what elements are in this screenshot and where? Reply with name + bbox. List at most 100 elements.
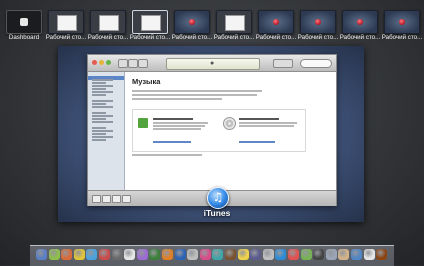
artwork-button[interactable] [122,195,131,203]
sidebar-item[interactable] [92,88,106,90]
space-dashboard[interactable]: Dashboard [4,10,42,46]
space-thumbnail[interactable] [342,10,378,34]
sidebar-item[interactable] [92,121,113,123]
sidebar-item[interactable] [92,127,106,129]
dock-app-icon[interactable] [36,249,47,260]
dock-app-icon[interactable] [99,249,110,260]
space-desktop[interactable]: Рабочий сто... [214,10,254,46]
apple-logo-icon: ● [210,60,215,67]
itunes-titlebar: ● [88,55,336,72]
sidebar-item[interactable] [92,139,106,141]
space-thumbnail[interactable] [48,10,84,34]
sidebar-item[interactable] [92,103,106,105]
space-thumbnail[interactable] [216,10,252,34]
dock-app-icon[interactable] [212,249,224,260]
space-desktop[interactable]: Рабочий сто... [130,10,170,46]
space-thumbnail[interactable] [6,10,42,34]
dock-app-icon[interactable] [313,249,325,260]
space-desktop[interactable]: Рабочий сто... [340,10,380,46]
space-desktop[interactable]: Рабочий сто... [88,10,128,46]
space-thumbnail[interactable] [258,10,294,34]
space-thumbnail[interactable] [384,10,420,34]
dock-app-icon[interactable] [149,249,161,260]
space-thumbnail[interactable] [90,10,126,34]
dock-app-icon[interactable] [174,249,186,260]
dock-app-icon[interactable] [288,249,299,260]
dock-app-icon[interactable] [86,249,98,260]
space-thumbnail[interactable] [132,10,168,34]
source-list[interactable] [88,72,125,190]
dock-app-icon[interactable] [262,249,274,260]
itunes-window[interactable]: ● Музыка [87,54,337,206]
dock-app-icon[interactable] [187,249,199,260]
dock-app-icon[interactable] [363,249,375,260]
space-desktop[interactable]: Рабочий сто... [382,10,422,46]
dock-app-icon[interactable] [48,249,60,260]
add-music-heading[interactable] [153,118,193,120]
space-label: Рабочий сто... [171,34,213,41]
description-text [132,90,262,92]
import-cd-text [239,125,294,127]
close-button[interactable] [92,60,97,65]
itunes-icon[interactable]: ♫ [207,187,229,209]
import-cd-link[interactable] [239,141,275,143]
shuffle-button[interactable] [102,195,111,203]
dock-app-icon[interactable] [124,249,136,260]
description-text [132,94,257,96]
space-thumbnail[interactable] [174,10,210,34]
dock-app-icon[interactable] [237,249,249,260]
view-buttons[interactable] [273,59,293,68]
sidebar-item[interactable] [92,94,106,96]
play-button[interactable] [128,59,138,68]
dock-app-icon[interactable] [250,249,262,260]
sidebar-item[interactable] [92,115,113,117]
sidebar-item[interactable] [92,118,106,120]
sidebar-item[interactable] [92,79,113,81]
sidebar-item[interactable] [92,106,113,108]
dock-app-icon[interactable] [111,249,123,260]
dock-app-icon[interactable] [275,249,287,260]
wallpaper-icon [315,19,321,25]
sidebar-item[interactable] [92,130,113,132]
dock-app-icon[interactable] [351,249,362,260]
sidebar-item[interactable] [92,136,113,138]
repeat-button[interactable] [112,195,121,203]
sidebar-item[interactable] [92,133,106,135]
dock-app-icon[interactable] [225,249,236,260]
zoom-button[interactable] [106,60,111,65]
previous-track-button[interactable] [118,59,128,68]
dock-app-icon[interactable] [338,249,350,260]
space-label: Рабочий сто... [129,34,171,41]
sidebar-item[interactable] [92,82,106,84]
space-label: Dashboard [8,34,40,41]
import-cd-heading[interactable] [239,118,279,120]
sidebar-item[interactable] [92,91,113,93]
import-panel [132,109,306,152]
add-playlist-button[interactable] [92,195,101,203]
dock[interactable] [30,245,394,266]
dock-app-icon[interactable] [136,249,148,260]
music-icon [138,118,148,128]
sidebar-item[interactable] [92,85,113,87]
space-desktop[interactable]: Рабочий сто... [298,10,338,46]
space-desktop[interactable]: Рабочий сто... [172,10,212,46]
dock-app-icon[interactable] [61,249,73,260]
dock-app-icon[interactable] [325,249,337,260]
next-track-button[interactable] [138,59,148,68]
dock-app-icon[interactable] [162,249,173,260]
search-input[interactable] [300,59,332,68]
sidebar-item[interactable] [92,100,113,102]
dock-app-icon[interactable] [73,249,85,260]
dock-app-icon[interactable] [300,249,312,260]
sidebar-item[interactable] [92,112,106,114]
dock-app-icon[interactable] [376,249,388,260]
space-label: Рабочий сто... [297,34,339,41]
add-music-link[interactable] [153,141,191,143]
dock-app-icon[interactable] [199,249,211,260]
space-thumbnail[interactable] [300,10,336,34]
space-label: Рабочий сто... [255,34,297,41]
minimize-button[interactable] [99,60,104,65]
window-thumbnail [99,15,119,31]
space-desktop[interactable]: Рабочий сто... [256,10,296,46]
space-desktop[interactable]: Рабочий сто... [46,10,86,46]
